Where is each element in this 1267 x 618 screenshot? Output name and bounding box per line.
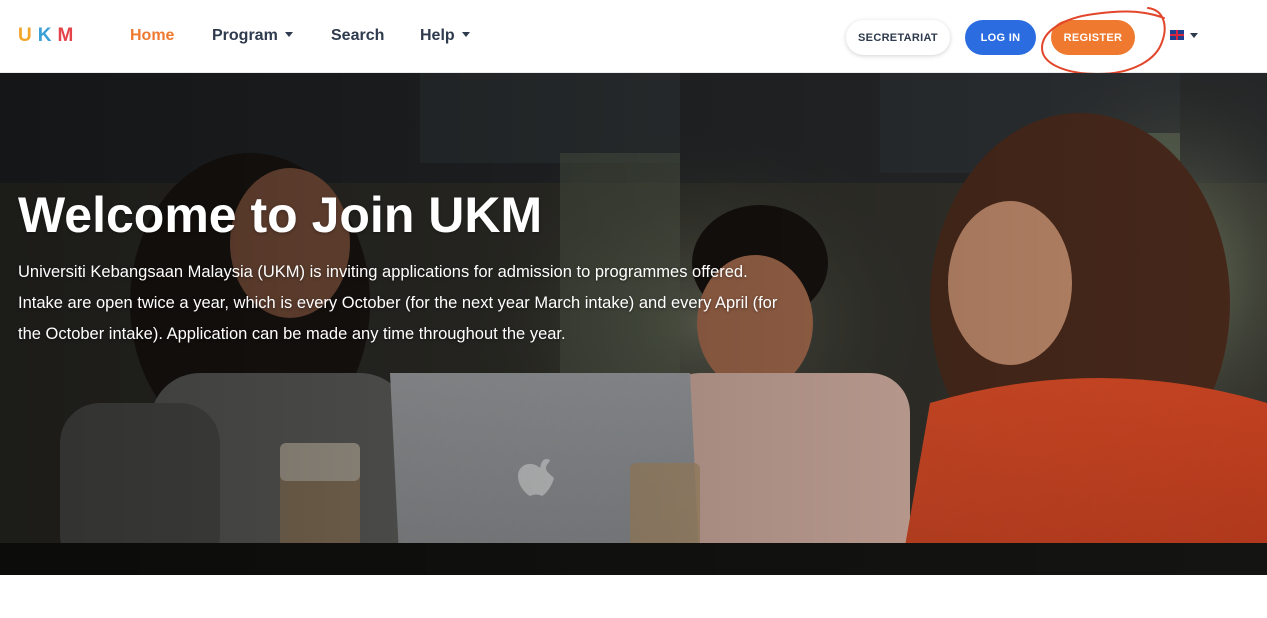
hero-banner: Welcome to Join UKM Universiti Kebangsaa… <box>0 73 1267 575</box>
logo-letter-m: M <box>57 25 80 46</box>
logo-letter-u: U <box>18 25 38 46</box>
nav-program-label: Program <box>212 27 278 44</box>
uk-flag-icon <box>1170 30 1184 40</box>
nav-program[interactable]: Program <box>212 27 293 45</box>
hero-description: Universiti Kebangsaan Malaysia (UKM) is … <box>18 263 778 343</box>
ukm-logo[interactable]: UKM <box>18 25 79 47</box>
language-selector[interactable] <box>1170 30 1198 40</box>
chevron-down-icon <box>284 32 293 37</box>
nav-help-label: Help <box>420 27 455 44</box>
nav-help[interactable]: Help <box>420 27 470 45</box>
chevron-down-icon <box>1190 32 1198 38</box>
nav-search[interactable]: Search <box>331 27 384 45</box>
nav-home[interactable]: Home <box>130 27 174 45</box>
register-button[interactable]: REGISTER <box>1051 20 1135 55</box>
logo-letter-k: K <box>37 25 58 46</box>
login-button[interactable]: LOG IN <box>965 20 1036 55</box>
secretariat-button[interactable]: SECRETARIAT <box>846 20 950 55</box>
hero-title: Welcome to Join UKM <box>18 187 543 243</box>
top-navbar: UKM Home Program Search Help SECRETARIAT… <box>0 0 1267 76</box>
chevron-down-icon <box>461 32 470 37</box>
